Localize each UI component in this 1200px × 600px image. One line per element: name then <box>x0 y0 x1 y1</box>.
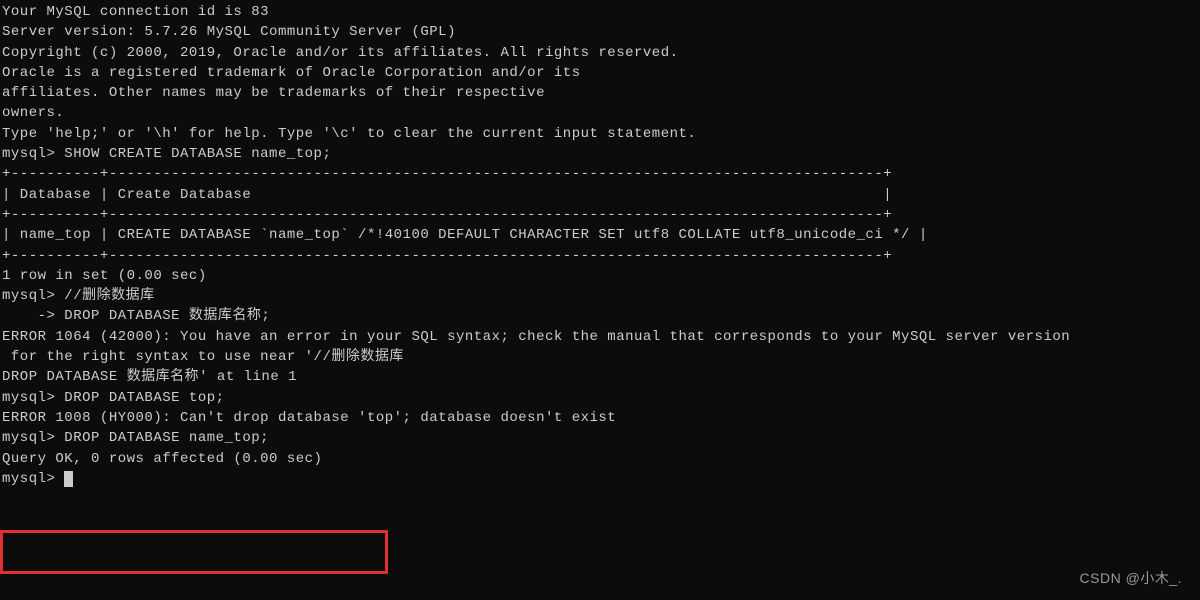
error-line: ERROR 1008 (HY000): Can't drop database … <box>2 408 1200 428</box>
prompt-line: mysql> //删除数据库 <box>2 286 1200 306</box>
terminal-line: Type 'help;' or '\h' for help. Type '\c'… <box>2 124 1200 144</box>
terminal-line: Oracle is a registered trademark of Orac… <box>2 63 1200 83</box>
prompt-line: mysql> DROP DATABASE top; <box>2 388 1200 408</box>
prompt-line: mysql> SHOW CREATE DATABASE name_top; <box>2 144 1200 164</box>
highlight-box <box>0 530 388 574</box>
table-header: | Database | Create Database | <box>2 185 1200 205</box>
terminal-line: Server version: 5.7.26 MySQL Community S… <box>2 22 1200 42</box>
table-row: | name_top | CREATE DATABASE `name_top` … <box>2 225 1200 245</box>
terminal-line: affiliates. Other names may be trademark… <box>2 83 1200 103</box>
error-line: DROP DATABASE 数据库名称' at line 1 <box>2 367 1200 387</box>
error-line: ERROR 1064 (42000): You have an error in… <box>2 327 1200 347</box>
error-line: for the right syntax to use near '//删除数据… <box>2 347 1200 367</box>
result-line: 1 row in set (0.00 sec) <box>2 266 1200 286</box>
table-border: +----------+----------------------------… <box>2 205 1200 225</box>
result-line: Query OK, 0 rows affected (0.00 sec) <box>2 449 1200 469</box>
prompt-line[interactable]: mysql> <box>2 469 1200 489</box>
terminal-line: owners. <box>2 103 1200 123</box>
watermark-text: CSDN @小木_. <box>1080 568 1182 588</box>
terminal-line: Your MySQL connection id is 83 <box>2 2 1200 22</box>
table-border: +----------+----------------------------… <box>2 246 1200 266</box>
cursor-icon <box>64 471 73 487</box>
terminal-line: Copyright (c) 2000, 2019, Oracle and/or … <box>2 43 1200 63</box>
prompt-line: mysql> DROP DATABASE name_top; <box>2 428 1200 448</box>
table-border: +----------+----------------------------… <box>2 164 1200 184</box>
continuation-line: -> DROP DATABASE 数据库名称; <box>2 306 1200 326</box>
